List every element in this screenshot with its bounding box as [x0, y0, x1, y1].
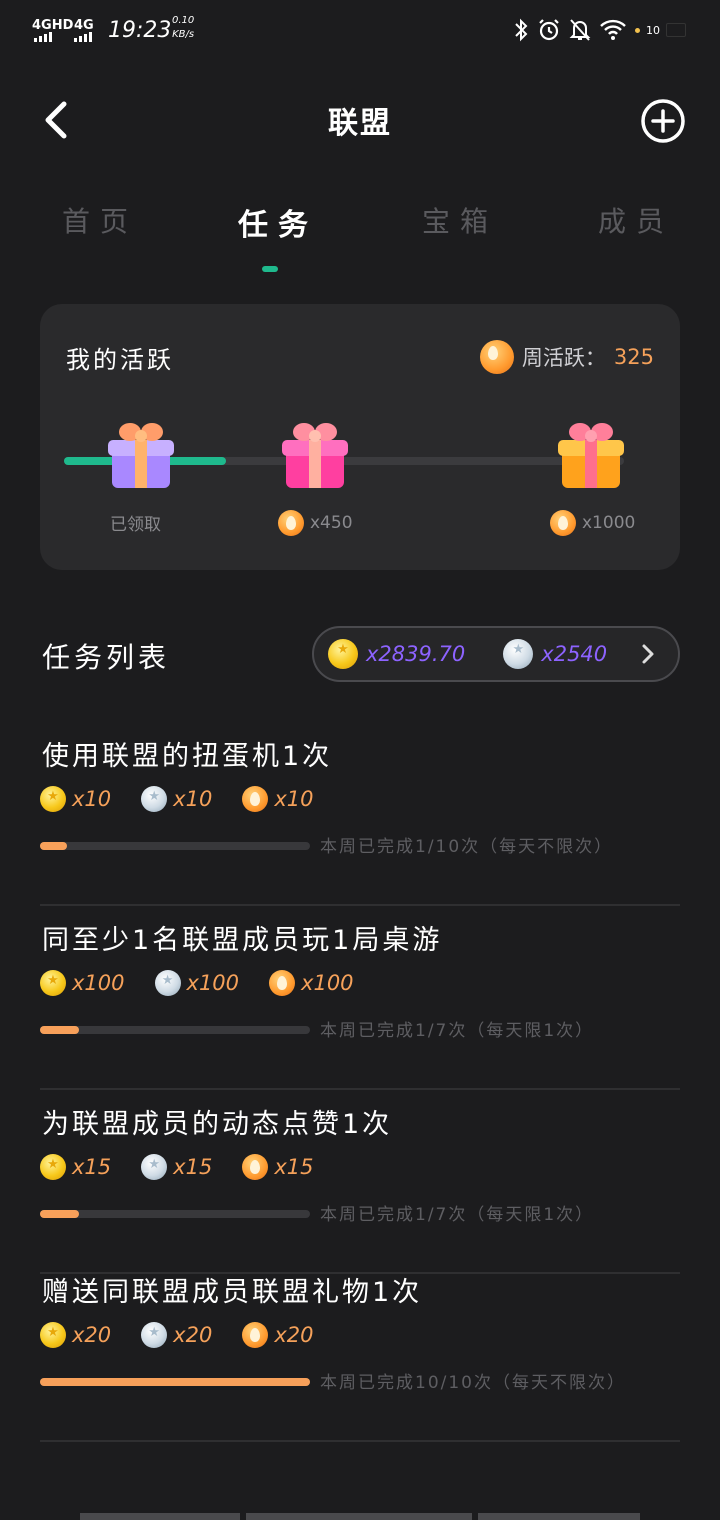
task-progress-text: 本周已完成1/10次（每天不限次）: [320, 837, 614, 857]
task-rewards: x15 x15 x15: [40, 1154, 343, 1180]
tab-bar: 首页 任务 宝箱 成员: [0, 200, 720, 248]
milestone-label-text: x450: [310, 513, 353, 533]
signal-icon-2: [74, 32, 92, 42]
silver-coin-icon: [141, 1322, 168, 1348]
reward-silver: x20: [173, 1323, 213, 1347]
task-progress-fill: [40, 842, 67, 850]
task-title: 同至少1名联盟成员玩1局桌游: [42, 925, 443, 956]
task-title: 赠送同联盟成员联盟礼物1次: [42, 1277, 423, 1308]
page-title: 联盟: [328, 106, 392, 141]
network-4g: 4G: [74, 18, 94, 33]
gold-coin-icon: [40, 1154, 66, 1180]
silver-coin-icon: [141, 786, 168, 812]
milestone-label: x1000: [550, 510, 635, 536]
bottom-edge: [80, 1513, 640, 1520]
fire-coin-icon: [278, 510, 304, 536]
task-item[interactable]: 使用联盟的扭蛋机1次 x10 x10 x10 本周已完成1/10次（每天不限次）: [40, 722, 680, 906]
task-progress-text: 本周已完成10/10次（每天不限次）: [320, 1373, 626, 1393]
gift-box-icon[interactable]: [278, 414, 352, 492]
gold-coin-icon: [40, 1322, 66, 1348]
net-speed: 0.10 KB/s: [172, 14, 194, 42]
fire-coin-icon: [479, 340, 514, 374]
silver-coin-icon: [141, 1154, 168, 1180]
task-rewards: x20 x20 x20: [40, 1322, 343, 1348]
reward-gold: x10: [72, 787, 112, 811]
task-item[interactable]: 为联盟成员的动态点赞1次 x15 x15 x15 本周已完成1/7次（每天限1次…: [40, 1090, 680, 1274]
reward-gold: x15: [72, 1155, 112, 1179]
task-rewards: x10 x10 x10: [40, 786, 343, 812]
net-speed-value: 0.10: [172, 15, 195, 26]
fire-coin-icon: [242, 1154, 269, 1180]
silver-coin-icon: [154, 970, 181, 996]
task-progress-fill: [40, 1378, 310, 1386]
reward-fire: x100: [301, 971, 354, 995]
task-progress-bar: [40, 1378, 310, 1386]
chevron-right-icon: [642, 644, 654, 664]
milestone-label: 已领取: [110, 510, 161, 535]
tab-chest[interactable]: 宝箱: [422, 200, 498, 240]
milestone-label-text: 已领取: [110, 515, 161, 535]
status-bar: 4GHD 4G 19:23 0.10 KB/s 10: [0, 0, 720, 64]
task-progress-text: 本周已完成1/7次（每天限1次）: [320, 1205, 595, 1225]
alarm-icon: [539, 19, 559, 41]
task-list-title: 任务列表: [42, 641, 171, 674]
tab-home[interactable]: 首页: [62, 200, 138, 240]
balance-silver: x2540: [541, 642, 608, 666]
reward-gold: x100: [72, 971, 125, 995]
task-progress-fill: [40, 1210, 79, 1218]
net-speed-unit: KB/s: [172, 29, 195, 40]
tab-indicator: [262, 266, 278, 272]
fire-coin-icon: [269, 970, 296, 996]
gold-coin-icon: [328, 639, 358, 669]
add-button[interactable]: [640, 98, 686, 144]
gift-box-icon[interactable]: [554, 414, 628, 492]
gold-coin-icon: [40, 786, 66, 812]
battery-level: 10: [646, 23, 660, 37]
task-title: 使用联盟的扭蛋机1次: [42, 741, 333, 772]
gift-box-icon[interactable]: [104, 414, 178, 492]
activity-card: 我的活跃 周活跃： 325 已领取 x450 x1000: [40, 304, 680, 570]
wifi-icon: [600, 19, 626, 40]
mute-icon: [569, 19, 591, 41]
weekly-label: 周活跃：: [521, 346, 606, 370]
reward-silver: x10: [173, 787, 213, 811]
fire-coin-icon: [550, 510, 576, 536]
milestone-label-text: x1000: [582, 513, 636, 533]
task-progress-fill: [40, 1026, 79, 1034]
signal-icon: [34, 32, 52, 42]
reward-fire: x10: [274, 787, 314, 811]
fire-coin-icon: [242, 1322, 269, 1348]
task-rewards: x100 x100 x100: [40, 970, 384, 996]
task-progress-bar: [40, 1026, 310, 1034]
silver-coin-icon: [503, 639, 534, 669]
reward-silver: x15: [173, 1155, 213, 1179]
gold-coin-icon: [40, 970, 66, 996]
tab-tasks[interactable]: 任务: [238, 200, 318, 244]
reward-gold: x20: [72, 1323, 112, 1347]
reward-fire: x15: [274, 1155, 314, 1179]
weekly-value: 325: [613, 345, 654, 369]
task-progress-bar: [40, 842, 310, 850]
task-progress-bar: [40, 1210, 310, 1218]
activity-title: 我的活跃: [66, 346, 174, 374]
fire-coin-icon: [242, 786, 269, 812]
battery-icon: 10: [635, 23, 686, 37]
status-icons: 10: [513, 18, 686, 42]
bluetooth-icon: [515, 18, 528, 42]
tab-members[interactable]: 成员: [598, 200, 674, 240]
weekly-activity: 周活跃： 325: [479, 340, 654, 374]
task-item[interactable]: 同至少1名联盟成员玩1局桌游 x100 x100 x100 本周已完成1/7次（…: [40, 906, 680, 1090]
reward-fire: x20: [274, 1323, 314, 1347]
task-progress-text: 本周已完成1/7次（每天限1次）: [320, 1021, 595, 1041]
balance-button[interactable]: x2839.70 x2540: [312, 626, 680, 682]
clock: 19:23: [108, 18, 172, 43]
reward-silver: x100: [186, 971, 240, 995]
task-item[interactable]: 赠送同联盟成员联盟礼物1次 x20 x20 x20 本周已完成10/10次（每天…: [40, 1258, 680, 1442]
network-4ghd: 4GHD: [32, 18, 74, 33]
balance-gold: x2839.70: [366, 642, 466, 666]
task-title: 为联盟成员的动态点赞1次: [42, 1109, 393, 1140]
milestone-label: x450: [278, 510, 353, 536]
